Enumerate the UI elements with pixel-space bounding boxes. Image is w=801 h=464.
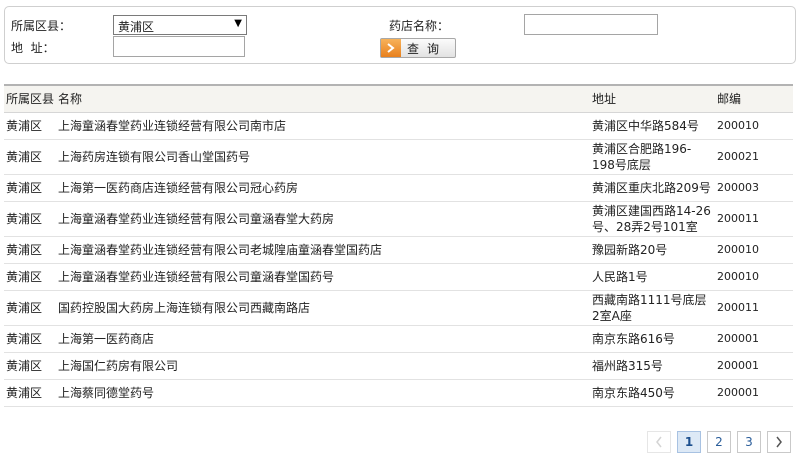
page-button-1[interactable]: 1 bbox=[677, 431, 701, 453]
cell-zip: 200010 bbox=[715, 112, 793, 140]
cell-name: 上海第一医药商店 bbox=[56, 325, 590, 353]
header-district: 所属区县 bbox=[4, 85, 56, 113]
cell-zip: 200001 bbox=[715, 325, 793, 353]
cell-address: 黄浦区建国西路14-26号、28弄2号101室 bbox=[590, 201, 715, 237]
cell-name: 上海国仁药房有限公司 bbox=[56, 352, 590, 380]
cell-name: 上海童涵春堂药业连锁经营有限公司童涵春堂大药房 bbox=[56, 201, 590, 237]
table-row: 黄浦区 上海童涵春堂药业连锁经营有限公司老城隍庙童涵春堂国药店 豫园新路20号 200… bbox=[4, 236, 793, 264]
table-row: 黄浦区 国药控股国大药房上海连锁有限公司西藏南路店 西藏南路1111号底层2室A座 2… bbox=[4, 290, 793, 326]
cell-name: 上海第一医药商店连锁经营有限公司冠心药房 bbox=[56, 174, 590, 202]
table-row: 黄浦区 上海童涵春堂药业连锁经营有限公司南市店 黄浦区中华路584号 200010 bbox=[4, 112, 793, 140]
cell-district: 黄浦区 bbox=[4, 325, 56, 353]
cell-name: 国药控股国大药房上海连锁有限公司西藏南路店 bbox=[56, 290, 590, 326]
header-name: 名称 bbox=[56, 85, 590, 113]
cell-address: 人民路1号 bbox=[590, 263, 715, 291]
table-row: 黄浦区 上海药房连锁有限公司香山堂国药号 黄浦区合肥路196-198号底层 20002… bbox=[4, 139, 793, 175]
page-button-3[interactable]: 3 bbox=[737, 431, 761, 453]
cell-address: 豫园新路20号 bbox=[590, 236, 715, 264]
table-row: 黄浦区 上海童涵春堂药业连锁经营有限公司童涵春堂大药房 黄浦区建国西路14-26号、… bbox=[4, 201, 793, 237]
chevron-right-icon bbox=[776, 436, 782, 448]
query-button-label: 查询 bbox=[407, 41, 448, 56]
table-body: 黄浦区 上海童涵春堂药业连锁经营有限公司南市店 黄浦区中华路584号 200010 黄浦… bbox=[4, 112, 793, 407]
cell-district: 黄浦区 bbox=[4, 139, 56, 175]
cell-address: 南京东路450号 bbox=[590, 379, 715, 407]
cell-name: 上海童涵春堂药业连锁经营有限公司老城隍庙童涵春堂国药店 bbox=[56, 236, 590, 264]
cell-name: 上海童涵春堂药业连锁经营有限公司童涵春堂国药号 bbox=[56, 263, 590, 291]
cell-address: 黄浦区重庆北路209号 bbox=[590, 174, 715, 202]
table-row: 黄浦区 上海童涵春堂药业连锁经营有限公司童涵春堂国药号 人民路1号 200010 bbox=[4, 263, 793, 291]
cell-zip: 200001 bbox=[715, 379, 793, 407]
pharmacy-table: 所属区县 名称 地址 邮编 黄浦区 上海童涵春堂药业连锁经营有限公司南市店 黄浦区中… bbox=[4, 84, 793, 407]
cell-district: 黄浦区 bbox=[4, 379, 56, 407]
cell-address: 黄浦区合肥路196-198号底层 bbox=[590, 139, 715, 175]
address-label: 地 址： bbox=[11, 41, 55, 55]
cell-zip: 200011 bbox=[715, 290, 793, 326]
cell-district: 黄浦区 bbox=[4, 112, 56, 140]
cell-name: 上海药房连锁有限公司香山堂国药号 bbox=[56, 139, 590, 175]
table-header-row: 所属区县 名称 地址 邮编 bbox=[4, 85, 793, 113]
cell-zip: 200001 bbox=[715, 352, 793, 380]
query-button[interactable]: 查询 bbox=[380, 38, 456, 58]
cell-district: 黄浦区 bbox=[4, 263, 56, 291]
table-row: 黄浦区 上海蔡同德堂药号 南京东路450号 200001 bbox=[4, 379, 793, 407]
district-select[interactable]: 黄浦区 ▼ bbox=[113, 15, 247, 35]
header-address: 地址 bbox=[590, 85, 715, 113]
cell-district: 黄浦区 bbox=[4, 352, 56, 380]
table-row: 黄浦区 上海第一医药商店 南京东路616号 200001 bbox=[4, 325, 793, 353]
cell-zip: 200010 bbox=[715, 236, 793, 264]
search-panel: 所属区县： 黄浦区 ▼ 地 址： 药店名称： 查询 bbox=[4, 6, 796, 64]
table-row: 黄浦区 上海第一医药商店连锁经营有限公司冠心药房 黄浦区重庆北路209号 200003 bbox=[4, 174, 793, 202]
cell-name: 上海童涵春堂药业连锁经营有限公司南市店 bbox=[56, 112, 590, 140]
district-select-value: 黄浦区 bbox=[118, 20, 155, 34]
district-label: 所属区县： bbox=[11, 19, 72, 33]
dropdown-arrow-icon: ▼ bbox=[234, 18, 242, 29]
arrow-right-icon bbox=[381, 39, 401, 57]
cell-zip: 200003 bbox=[715, 174, 793, 202]
prev-page-button[interactable] bbox=[647, 431, 671, 453]
cell-address: 西藏南路1111号底层2室A座 bbox=[590, 290, 715, 326]
header-zip: 邮编 bbox=[715, 85, 793, 113]
address-input[interactable] bbox=[113, 36, 245, 57]
table-row: 黄浦区 上海国仁药房有限公司 福州路315号 200001 bbox=[4, 352, 793, 380]
cell-name: 上海蔡同德堂药号 bbox=[56, 379, 590, 407]
page-button-2[interactable]: 2 bbox=[707, 431, 731, 453]
cell-zip: 200021 bbox=[715, 139, 793, 175]
chevron-left-icon bbox=[656, 436, 662, 448]
store-name-label: 药店名称： bbox=[389, 19, 450, 33]
cell-address: 福州路315号 bbox=[590, 352, 715, 380]
cell-zip: 200011 bbox=[715, 201, 793, 237]
cell-address: 黄浦区中华路584号 bbox=[590, 112, 715, 140]
cell-district: 黄浦区 bbox=[4, 290, 56, 326]
next-page-button[interactable] bbox=[767, 431, 791, 453]
cell-zip: 200010 bbox=[715, 263, 793, 291]
cell-address: 南京东路616号 bbox=[590, 325, 715, 353]
store-name-input[interactable] bbox=[524, 14, 658, 35]
results-table-container: 所属区县 名称 地址 邮编 黄浦区 上海童涵春堂药业连锁经营有限公司南市店 黄浦区中… bbox=[4, 84, 793, 407]
cell-district: 黄浦区 bbox=[4, 201, 56, 237]
cell-district: 黄浦区 bbox=[4, 174, 56, 202]
pagination: 1 2 3 bbox=[647, 431, 791, 453]
cell-district: 黄浦区 bbox=[4, 236, 56, 264]
